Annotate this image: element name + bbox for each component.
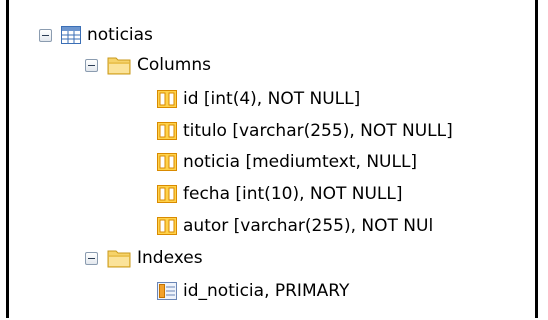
- column-label: autor [varchar(255), NOT NUl: [183, 216, 434, 236]
- tree-node-column[interactable]: autor [varchar(255), NOT NUl: [157, 211, 433, 241]
- column-label: fecha [int(10), NOT NULL]: [183, 184, 403, 204]
- tree-node-column[interactable]: fecha [int(10), NOT NULL]: [157, 179, 403, 209]
- tree-node-column[interactable]: id [int(4), NOT NULL]: [157, 84, 360, 114]
- tree-node-columns-folder[interactable]: Columns: [85, 50, 211, 80]
- tree-node-table[interactable]: noticias: [39, 20, 153, 50]
- index-icon: [157, 282, 177, 300]
- collapse-toggle-icon[interactable]: [85, 58, 98, 72]
- collapse-toggle-icon[interactable]: [39, 28, 52, 42]
- tree-node-indexes-folder[interactable]: Indexes: [85, 243, 203, 273]
- column-label: titulo [varchar(255), NOT NULL]: [183, 121, 453, 141]
- column-label: noticia [mediumtext, NULL]: [183, 152, 418, 172]
- columns-folder-label: Columns: [137, 55, 211, 75]
- tree-node-column[interactable]: noticia [mediumtext, NULL]: [157, 147, 417, 177]
- column-icon: [157, 217, 177, 235]
- column-icon: [157, 90, 177, 108]
- object-explorer-panel: noticias Columns id [int(4), NOT NULL] t…: [6, 0, 538, 318]
- collapse-toggle-icon[interactable]: [85, 251, 98, 265]
- column-icon: [157, 153, 177, 171]
- column-label: id [int(4), NOT NULL]: [183, 89, 361, 109]
- folder-icon: [107, 250, 131, 268]
- column-icon: [157, 122, 177, 140]
- tree-node-column[interactable]: titulo [varchar(255), NOT NULL]: [157, 116, 453, 146]
- column-icon: [157, 185, 177, 203]
- table-icon: [61, 26, 81, 44]
- schema-tree: noticias Columns id [int(4), NOT NULL] t…: [9, 0, 535, 318]
- folder-icon: [107, 57, 131, 75]
- tree-node-index[interactable]: id_noticia, PRIMARY: [157, 276, 349, 306]
- table-name: noticias: [87, 25, 153, 45]
- indexes-folder-label: Indexes: [137, 248, 203, 268]
- index-label: id_noticia, PRIMARY: [183, 281, 350, 301]
